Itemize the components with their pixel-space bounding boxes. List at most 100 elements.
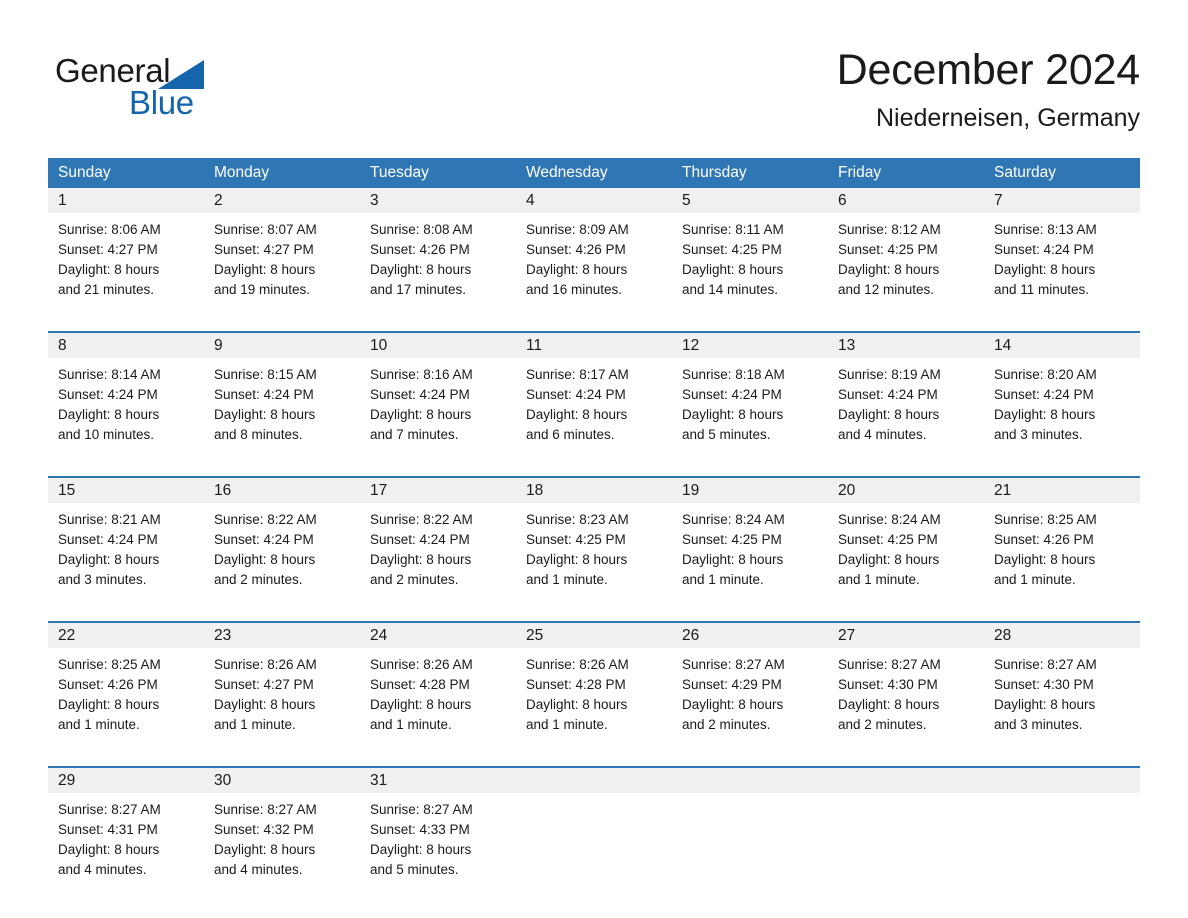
daylight-text-cont: and 8 minutes.: [214, 427, 303, 442]
day-cell[interactable]: Sunrise: 8:24 AM Sunset: 4:25 PM Dayligh…: [828, 503, 984, 607]
daylight-text: Daylight: 8 hours: [370, 842, 472, 857]
day-cell[interactable]: Sunrise: 8:12 AM Sunset: 4:25 PM Dayligh…: [828, 213, 984, 317]
daylight-text-cont: and 1 minute.: [682, 572, 764, 587]
day-cell[interactable]: Sunrise: 8:22 AM Sunset: 4:24 PM Dayligh…: [204, 503, 360, 607]
day-cell-empty: [516, 793, 672, 897]
sunrise-text: Sunrise: 8:14 AM: [58, 367, 161, 382]
daylight-text: Daylight: 8 hours: [838, 262, 940, 277]
sunset-text: Sunset: 4:24 PM: [526, 387, 626, 402]
sunrise-text: Sunrise: 8:06 AM: [58, 222, 161, 237]
sunset-text: Sunset: 4:30 PM: [994, 677, 1094, 692]
daylight-text-cont: and 19 minutes.: [214, 282, 311, 297]
day-cell[interactable]: Sunrise: 8:26 AM Sunset: 4:28 PM Dayligh…: [516, 648, 672, 752]
day-cell[interactable]: Sunrise: 8:22 AM Sunset: 4:24 PM Dayligh…: [360, 503, 516, 607]
daylight-text: Daylight: 8 hours: [838, 407, 940, 422]
day-number-band: 22 23 24 25 26 27 28: [48, 623, 1140, 648]
sunset-text: Sunset: 4:29 PM: [682, 677, 782, 692]
day-cell[interactable]: Sunrise: 8:27 AM Sunset: 4:32 PM Dayligh…: [204, 793, 360, 897]
day-cell[interactable]: Sunrise: 8:08 AM Sunset: 4:26 PM Dayligh…: [360, 213, 516, 317]
page-subtitle-location: Niederneisen, Germany: [875, 104, 1140, 132]
day-cell[interactable]: Sunrise: 8:27 AM Sunset: 4:29 PM Dayligh…: [672, 648, 828, 752]
day-number: 16: [214, 482, 232, 499]
daylight-text-cont: and 14 minutes.: [682, 282, 779, 297]
day-cell-empty: [828, 793, 984, 897]
daylight-text: Daylight: 8 hours: [214, 262, 316, 277]
daylight-text: Daylight: 8 hours: [682, 552, 784, 567]
day-cell[interactable]: Sunrise: 8:18 AM Sunset: 4:24 PM Dayligh…: [672, 358, 828, 462]
day-cell[interactable]: Sunrise: 8:24 AM Sunset: 4:25 PM Dayligh…: [672, 503, 828, 607]
day-cell[interactable]: Sunrise: 8:14 AM Sunset: 4:24 PM Dayligh…: [48, 358, 204, 462]
sunrise-text: Sunrise: 8:25 AM: [994, 512, 1097, 527]
weekday-header-saturday: Saturday: [994, 164, 1057, 181]
day-cell[interactable]: Sunrise: 8:17 AM Sunset: 4:24 PM Dayligh…: [516, 358, 672, 462]
day-number: 25: [526, 627, 544, 644]
day-cell[interactable]: Sunrise: 8:27 AM Sunset: 4:30 PM Dayligh…: [984, 648, 1140, 752]
sunrise-text: Sunrise: 8:22 AM: [214, 512, 317, 527]
day-cell[interactable]: Sunrise: 8:15 AM Sunset: 4:24 PM Dayligh…: [204, 358, 360, 462]
daylight-text-cont: and 3 minutes.: [994, 427, 1083, 442]
day-number: 13: [838, 337, 856, 354]
day-cell[interactable]: Sunrise: 8:27 AM Sunset: 4:30 PM Dayligh…: [828, 648, 984, 752]
page-title: December 2024: [836, 46, 1141, 94]
daylight-text: Daylight: 8 hours: [214, 697, 316, 712]
sunrise-text: Sunrise: 8:15 AM: [214, 367, 317, 382]
daylight-text-cont: and 1 minute.: [526, 572, 608, 587]
day-cell[interactable]: Sunrise: 8:09 AM Sunset: 4:26 PM Dayligh…: [516, 213, 672, 317]
day-cell[interactable]: Sunrise: 8:16 AM Sunset: 4:24 PM Dayligh…: [360, 358, 516, 462]
day-cell[interactable]: Sunrise: 8:25 AM Sunset: 4:26 PM Dayligh…: [984, 503, 1140, 607]
day-detail-row: Sunrise: 8:14 AM Sunset: 4:24 PM Dayligh…: [48, 358, 1140, 462]
day-cell[interactable]: Sunrise: 8:06 AM Sunset: 4:27 PM Dayligh…: [48, 213, 204, 317]
weekday-header-thursday: Thursday: [682, 164, 747, 181]
daylight-text-cont: and 2 minutes.: [682, 717, 771, 732]
generalblue-logo[interactable]: General Blue: [55, 54, 285, 134]
sunset-text: Sunset: 4:33 PM: [370, 822, 470, 837]
calendar-page: General Blue December 2024 Niederneisen,…: [0, 0, 1188, 918]
daylight-text-cont: and 1 minute.: [370, 717, 452, 732]
day-cell[interactable]: Sunrise: 8:13 AM Sunset: 4:24 PM Dayligh…: [984, 213, 1140, 317]
day-number-empty: [984, 768, 1140, 793]
weekday-header-wednesday: Wednesday: [526, 164, 608, 181]
daylight-text: Daylight: 8 hours: [58, 842, 160, 857]
daylight-text: Daylight: 8 hours: [58, 407, 160, 422]
day-cell[interactable]: Sunrise: 8:23 AM Sunset: 4:25 PM Dayligh…: [516, 503, 672, 607]
sunrise-text: Sunrise: 8:27 AM: [214, 802, 317, 817]
calendar-week-row: 15 16 17 18 19 20 21 Sunrise: 8:21 AM Su…: [48, 476, 1140, 607]
day-cell[interactable]: Sunrise: 8:26 AM Sunset: 4:27 PM Dayligh…: [204, 648, 360, 752]
day-cell[interactable]: Sunrise: 8:27 AM Sunset: 4:31 PM Dayligh…: [48, 793, 204, 897]
daylight-text: Daylight: 8 hours: [994, 697, 1096, 712]
daylight-text-cont: and 4 minutes.: [58, 862, 147, 877]
day-cell[interactable]: Sunrise: 8:25 AM Sunset: 4:26 PM Dayligh…: [48, 648, 204, 752]
day-cell[interactable]: Sunrise: 8:27 AM Sunset: 4:33 PM Dayligh…: [360, 793, 516, 897]
day-cell[interactable]: Sunrise: 8:26 AM Sunset: 4:28 PM Dayligh…: [360, 648, 516, 752]
daylight-text-cont: and 17 minutes.: [370, 282, 467, 297]
sunrise-text: Sunrise: 8:11 AM: [682, 222, 784, 237]
calendar-grid: Sunday Monday Tuesday Wednesday Thursday…: [48, 158, 1140, 897]
daylight-text-cont: and 5 minutes.: [370, 862, 459, 877]
day-number-band: 1 2 3 4 5 6 7: [48, 188, 1140, 213]
logo-text-blue: Blue: [129, 84, 194, 121]
day-cell[interactable]: Sunrise: 8:19 AM Sunset: 4:24 PM Dayligh…: [828, 358, 984, 462]
sunset-text: Sunset: 4:28 PM: [526, 677, 626, 692]
daylight-text-cont: and 7 minutes.: [370, 427, 459, 442]
daylight-text-cont: and 16 minutes.: [526, 282, 623, 297]
day-cell[interactable]: Sunrise: 8:21 AM Sunset: 4:24 PM Dayligh…: [48, 503, 204, 607]
day-cell[interactable]: Sunrise: 8:07 AM Sunset: 4:27 PM Dayligh…: [204, 213, 360, 317]
daylight-text: Daylight: 8 hours: [994, 552, 1096, 567]
sunrise-text: Sunrise: 8:26 AM: [526, 657, 629, 672]
daylight-text: Daylight: 8 hours: [526, 697, 628, 712]
daylight-text: Daylight: 8 hours: [838, 697, 940, 712]
sunset-text: Sunset: 4:26 PM: [58, 677, 158, 692]
sunset-text: Sunset: 4:31 PM: [58, 822, 158, 837]
day-cell[interactable]: Sunrise: 8:11 AM Sunset: 4:25 PM Dayligh…: [672, 213, 828, 317]
sunset-text: Sunset: 4:24 PM: [58, 387, 158, 402]
day-cell[interactable]: Sunrise: 8:20 AM Sunset: 4:24 PM Dayligh…: [984, 358, 1140, 462]
daylight-text: Daylight: 8 hours: [838, 552, 940, 567]
daylight-text: Daylight: 8 hours: [58, 697, 160, 712]
daylight-text: Daylight: 8 hours: [526, 407, 628, 422]
day-number: 7: [994, 192, 1003, 209]
sunrise-text: Sunrise: 8:24 AM: [838, 512, 941, 527]
day-number: 18: [526, 482, 544, 499]
day-number: 28: [994, 627, 1012, 644]
sunset-text: Sunset: 4:30 PM: [838, 677, 938, 692]
day-number: 12: [682, 337, 700, 354]
